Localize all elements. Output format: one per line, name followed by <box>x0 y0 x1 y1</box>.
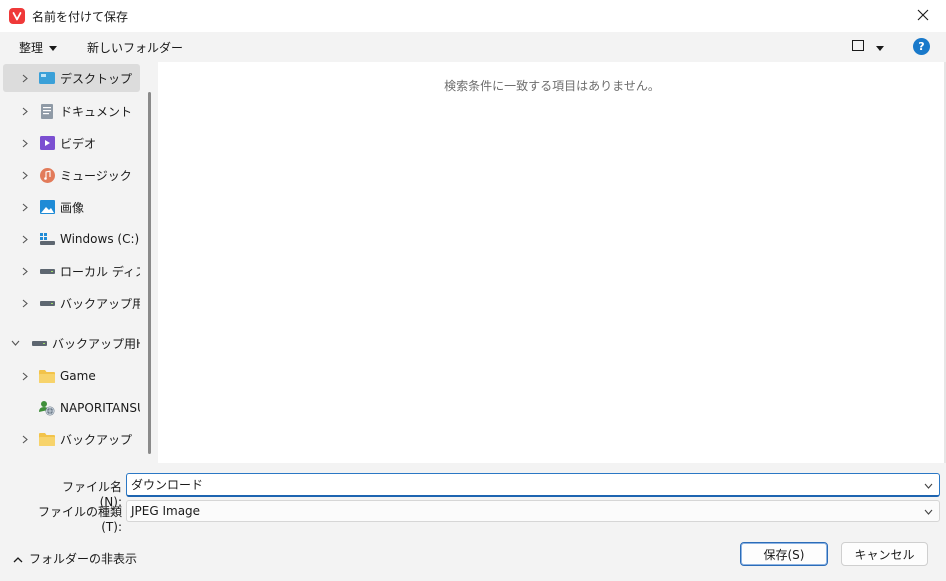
filetype-select[interactable]: JPEG Image <box>126 500 940 522</box>
window-title: 名前を付けて保存 <box>32 9 129 24</box>
nav-item-label: ドキュメント <box>60 104 133 119</box>
filetype-value: JPEG Image <box>131 504 201 518</box>
chevron-right-icon[interactable] <box>19 235 31 244</box>
chevron-right-icon[interactable] <box>19 372 31 381</box>
chevron-down-icon[interactable] <box>924 478 933 492</box>
file-list-pane: 検索条件に一致する項目はありません。 <box>158 62 946 463</box>
chevron-right-icon[interactable] <box>19 267 31 276</box>
chevron-down-icon[interactable] <box>9 340 21 346</box>
drive-icon <box>31 335 47 351</box>
nav-item-backup-hdd[interactable]: バックアップ用HDD <box>0 329 140 357</box>
drive-icon <box>39 295 55 311</box>
nav-item-backup-hd[interactable]: バックアップ用HD <box>0 289 140 317</box>
nav-item-local-disk[interactable]: ローカル ディスク ( <box>0 257 140 285</box>
vivaldi-icon <box>9 8 25 24</box>
nav-item-game[interactable]: Game <box>0 362 140 390</box>
nav-item-label: バックアップ用HDD <box>52 336 140 351</box>
save-form: ファイル名(N): ダウンロード ファイルの種類(T): JPEG Image … <box>0 463 946 581</box>
close-icon <box>917 9 929 24</box>
help-icon: ? <box>918 40 925 53</box>
nav-item-pictures[interactable]: 画像 <box>0 193 140 221</box>
view-mode-icon <box>852 40 864 54</box>
new-folder-button[interactable]: 新しいフォルダー <box>87 35 183 59</box>
desktop-icon <box>39 70 55 86</box>
videos-icon <box>39 135 55 151</box>
organize-button[interactable]: 整理 <box>19 35 58 59</box>
chevron-right-icon[interactable] <box>19 435 31 444</box>
folder-icon <box>39 368 55 384</box>
nav-item-documents[interactable]: ドキュメント <box>0 97 140 125</box>
nav-item-windows-c[interactable]: Windows (C:) <box>0 225 140 253</box>
help-button[interactable]: ? <box>913 38 930 55</box>
cancel-button[interactable]: キャンセル <box>841 542 928 566</box>
nav-item-label: Windows (C:) <box>60 232 140 246</box>
nav-item-label: バックアップ <box>60 432 133 447</box>
music-icon <box>39 167 55 183</box>
nav-item-backup[interactable]: バックアップ <box>0 425 140 453</box>
windows-drive-icon <box>39 231 55 247</box>
filetype-label: ファイルの種類(T): <box>37 505 122 534</box>
nav-item-naporitansu[interactable]: NAPORITANSU <box>0 394 140 422</box>
nav-item-label: NAPORITANSU <box>60 401 140 415</box>
close-button[interactable] <box>900 0 946 32</box>
chevron-right-icon[interactable] <box>19 171 31 180</box>
nav-item-label: ビデオ <box>60 136 97 151</box>
documents-icon <box>39 103 55 119</box>
navigation-pane: デスクトップ ドキュメント ビデオ ミュージック 画像 Windows (C:)… <box>0 62 158 463</box>
caret-down-icon <box>876 40 884 54</box>
folder-icon <box>39 431 55 447</box>
nav-item-label: ミュージック <box>60 168 132 183</box>
nav-item-label: デスクトップ <box>60 71 133 86</box>
command-bar: 整理 新しいフォルダー ? <box>0 32 946 62</box>
nav-item-label: 画像 <box>60 200 85 215</box>
pictures-icon <box>39 199 55 215</box>
chevron-right-icon[interactable] <box>19 74 31 83</box>
save-button[interactable]: 保存(S) <box>740 542 828 566</box>
filename-input[interactable]: ダウンロード <box>126 473 940 497</box>
filename-value: ダウンロード <box>131 478 204 492</box>
network-user-icon <box>39 400 55 416</box>
empty-message: 検索条件に一致する項目はありません。 <box>444 79 660 93</box>
nav-item-desktop[interactable]: デスクトップ <box>3 64 140 92</box>
nav-item-videos[interactable]: ビデオ <box>0 129 140 157</box>
hide-folders-button[interactable]: フォルダーの非表示 <box>13 550 137 567</box>
chevron-right-icon[interactable] <box>19 299 31 308</box>
chevron-up-icon <box>13 552 23 566</box>
chevron-right-icon[interactable] <box>19 203 31 212</box>
chevron-down-icon <box>924 504 933 518</box>
chevron-right-icon[interactable] <box>19 139 31 148</box>
organize-label: 整理 <box>19 40 44 55</box>
nav-item-music[interactable]: ミュージック <box>0 161 140 189</box>
nav-scrollbar[interactable] <box>148 92 151 454</box>
drive-icon <box>39 263 55 279</box>
title-bar: 名前を付けて保存 <box>0 0 946 32</box>
view-mode-button[interactable] <box>852 35 884 59</box>
nav-item-label: ローカル ディスク ( <box>60 264 140 279</box>
nav-item-label: バックアップ用HD <box>60 296 140 311</box>
chevron-right-icon[interactable] <box>19 107 31 116</box>
nav-item-label: Game <box>60 369 96 383</box>
hide-folders-label: フォルダーの非表示 <box>29 552 138 566</box>
caret-down-icon <box>49 40 58 54</box>
